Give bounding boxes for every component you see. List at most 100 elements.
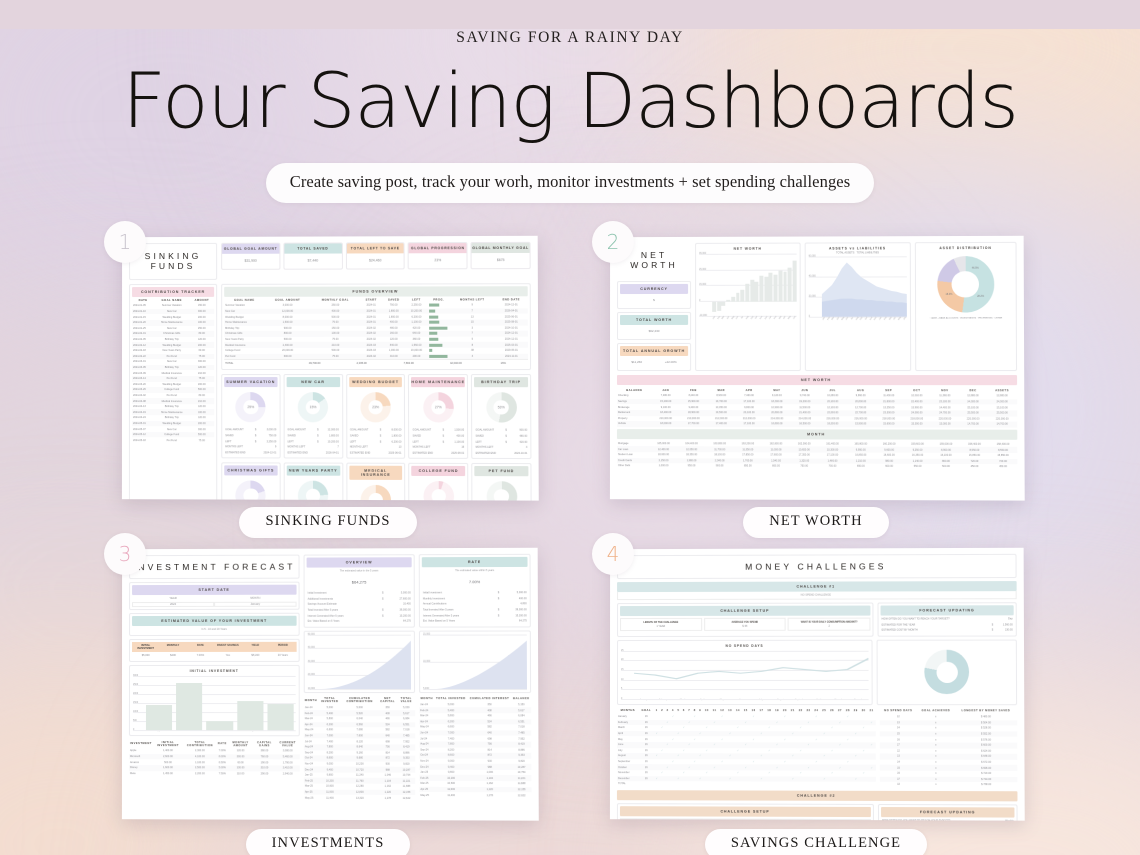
table-cell: 9,800 <box>318 772 342 778</box>
table-cell: 250.00 <box>189 325 214 331</box>
table-cell: College Fund <box>154 432 189 438</box>
setup-field[interactable]: AVERAGE YOU SPEND0 <box>620 818 871 821</box>
progress-bar-cell <box>428 348 450 354</box>
screenshot-investments: INVESTMENT FORECAST START DATE YEAR MONT… <box>122 548 539 821</box>
day-cell: ✓ <box>750 714 758 720</box>
table-row: 2024-02-22 Pet Fund 75.00 <box>132 353 214 359</box>
table-cell: Medical Insurance <box>224 342 264 348</box>
table-row: 2024-02-01 Christmas Gifts 80.00 <box>132 331 214 337</box>
stat-label: LEFT <box>349 439 378 445</box>
month-column: CUMULATED CONTRIBUTION <box>342 695 378 704</box>
table-cell: 800.00 <box>264 331 310 337</box>
table-cell: 210,000.00 <box>680 415 708 421</box>
fund-card-title: WEDDING BUDGET <box>349 377 402 387</box>
screenshot-sinking-funds: SINKING FUNDS GLOBAL GOAL AMOUNT $31,900… <box>122 236 539 501</box>
fund-card[interactable]: NEW YEARS PARTY <box>283 462 343 500</box>
table-cell: 1,046 <box>378 772 398 778</box>
table-cell: 420.00 <box>405 325 428 331</box>
fund-card[interactable]: COLLEGE FUND <box>409 463 469 501</box>
fund-card[interactable]: BIRTHDAY TRIP 53% GOAL AMOUNT $900.00 SAVED $… <box>471 374 531 459</box>
table-cell: 14,700.00 <box>987 422 1017 428</box>
fund-card[interactable]: CHRISTMAS GIFTS <box>221 462 280 500</box>
table-cell: 20,100.00 <box>735 410 763 416</box>
fund-donut-label: 15% <box>298 392 328 422</box>
fund-card[interactable]: SUMMER VACATION 25% GOAL AMOUNT $3,000.00 SA… <box>221 374 280 458</box>
day-cell: ✓ <box>781 759 789 765</box>
slice-label: 46.5% <box>972 266 979 269</box>
table-cell: 4,100.00 <box>183 754 217 760</box>
stat-label: LEFT <box>474 439 504 445</box>
day-cell <box>703 742 711 748</box>
fund-card[interactable]: MEDICAL INSURANCE <box>346 463 406 501</box>
investment-column: INVESTMENT <box>129 739 153 748</box>
table-cell: x <box>917 725 955 731</box>
table-row: Jan-24 5,000 5,000 350 5,150 <box>304 705 415 711</box>
table-cell: 466 <box>378 716 398 722</box>
day-cell <box>742 748 750 754</box>
setup-field[interactable]: WHAT IS YOUR DAILY CONSUMPTION AMOUNT? 2 <box>788 617 871 630</box>
table-cell: 10,280.00 <box>819 393 847 399</box>
stat-label: ESTIMATED END <box>224 450 253 456</box>
day-cell <box>781 776 789 782</box>
table-cell: 15,300.00 <box>903 421 931 427</box>
day-cell <box>718 748 726 754</box>
fund-card[interactable]: WEDDING BUDGET 23% GOAL AMOUNT $8,000.00 SAV… <box>346 374 406 459</box>
day-cell <box>765 776 773 782</box>
y-tick: 40,000 <box>809 275 816 277</box>
table-cell: 23,100.00 <box>931 399 959 405</box>
table-cell: 10,300.00 <box>818 447 846 453</box>
x-tick: Aug <box>745 315 749 320</box>
fund-card[interactable]: HOME MAINTENANCE 27% GOAL AMOUNT $1,500.00 S… <box>408 374 468 459</box>
chart-net-worth: NET WORTH 35,000 25,000 15,000 0 -10,000 Jan… <box>695 242 801 370</box>
month-label: February <box>617 719 639 725</box>
table-cell: 1,000.00 <box>650 463 678 469</box>
setup-field[interactable]: LENGTH OF THE CHALLENGE 1 YEAR <box>620 618 702 631</box>
side-card-label: TOTAL WORTH <box>620 315 688 325</box>
table-cell: 12 <box>880 748 917 754</box>
table-cell: Birthday Trip <box>154 365 189 371</box>
day-cell: ✓ <box>797 748 805 754</box>
fund-card[interactable]: PET FUND <box>471 463 531 501</box>
net-worth-column: JUL <box>819 387 847 393</box>
table-cell: 500.00 <box>264 336 310 342</box>
rate-panel: RATE The estimated value within 5 years … <box>419 554 531 627</box>
table-cell: 17,700.00 <box>680 421 708 427</box>
day-cell: ✓ <box>718 714 726 720</box>
table-cell: Home Maintenance <box>154 320 189 326</box>
table-cell: 450.00 <box>989 464 1018 470</box>
day-cell <box>813 753 821 759</box>
day-cell <box>789 765 797 771</box>
table-cell: 850.00 <box>734 463 762 469</box>
table-cell: Jan-25 <box>419 769 434 775</box>
table-cell: Mortgage <box>617 441 650 447</box>
fund-card-title: CHRISTMAS GIFTS <box>224 465 277 475</box>
setup-value: 20 Years <box>269 652 297 659</box>
chart-initial-investment: INITIAL INVESTMENT 3000 2500 2000 1500 1000 5… <box>129 665 300 736</box>
day-cell <box>797 720 805 726</box>
summary-column: LONGEST BY MONEY SAVED <box>955 708 1017 714</box>
day-cell <box>868 776 876 782</box>
goal-cell: 16 <box>639 736 654 742</box>
table-row: GOAL AMOUNT $8,000.00 <box>349 427 403 433</box>
tracker-column: AMOUNT <box>189 297 214 303</box>
day-cell <box>711 736 719 742</box>
table-cell: 18,400.00 <box>652 410 680 416</box>
side-card-label: CURRENCY <box>620 284 688 294</box>
day-cell <box>812 720 820 726</box>
table-cell: 310.00 <box>253 765 275 771</box>
table-cell: 582 <box>468 724 512 730</box>
day-cell <box>726 714 734 720</box>
day-cell <box>773 776 781 782</box>
sheet-title: INVESTMENT FORECAST <box>132 557 296 575</box>
day-cell <box>828 782 836 788</box>
table-cell: 2024-01-15 <box>132 314 154 320</box>
day-cell <box>860 720 868 726</box>
day-cell <box>836 753 844 759</box>
table-cell: 159,000.00 <box>932 441 960 447</box>
day-cell <box>742 714 750 720</box>
fund-card[interactable]: NEW CAR 15% GOAL AMOUNT $12,000.00 SAVED $1,8… <box>283 374 343 459</box>
setup-field[interactable]: AVERAGE YOU SPEND $ 48 <box>704 618 786 631</box>
challenge-column: 12 <box>718 708 726 714</box>
table-cell: 1,278 <box>378 795 398 801</box>
table-cell: 19,000.00 <box>405 348 428 354</box>
